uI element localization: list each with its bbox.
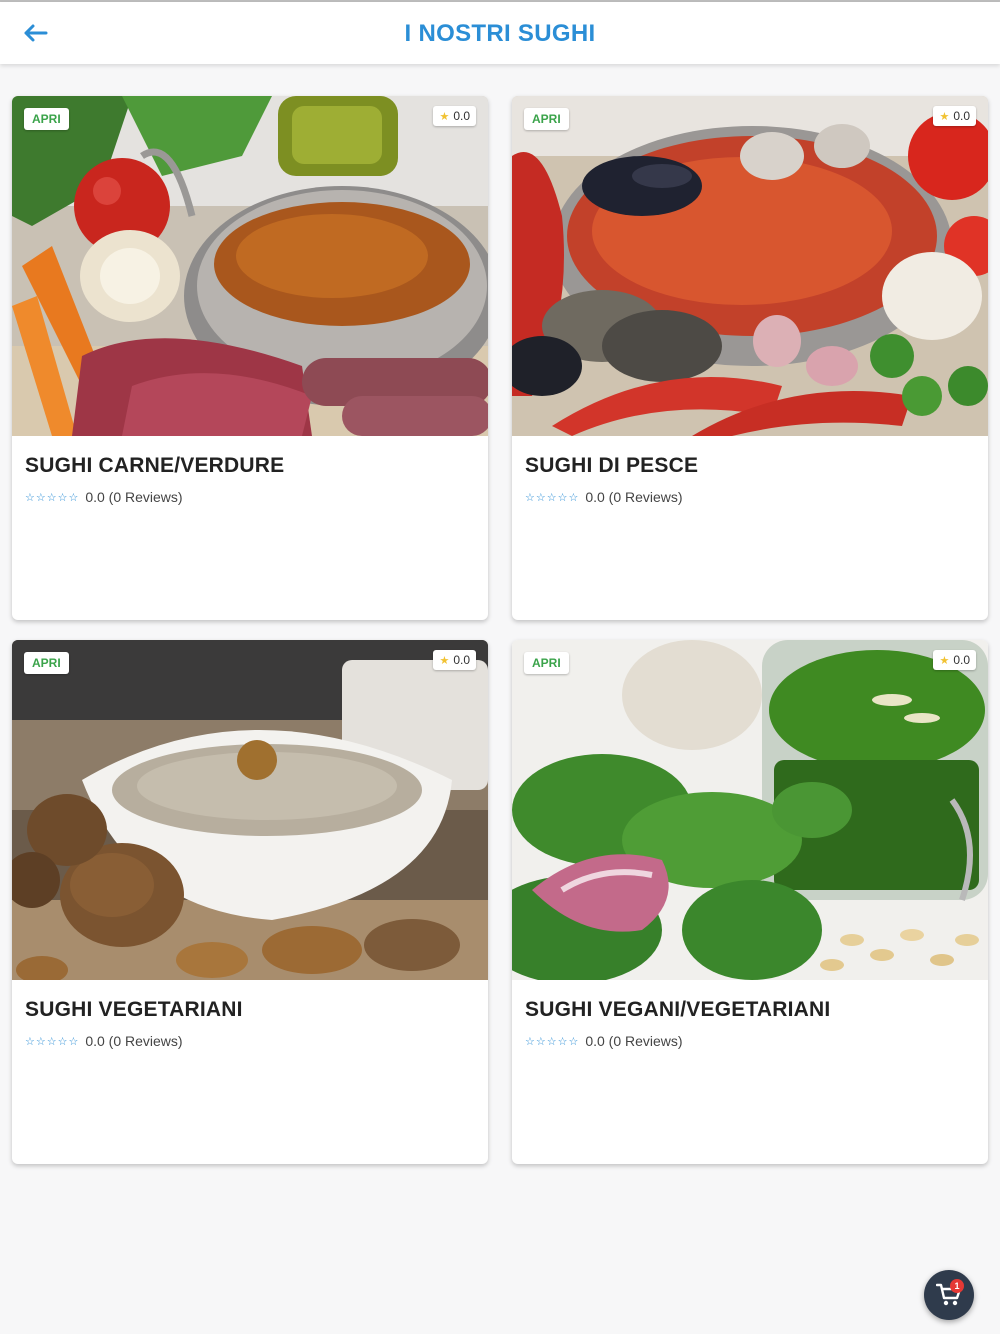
cart-count-badge: 1 <box>950 1279 964 1293</box>
rating-badge: ★ 0.0 <box>933 650 976 670</box>
rating-row: ☆☆☆☆☆ 0.0 (0 Reviews) <box>525 489 683 505</box>
category-image <box>12 96 488 436</box>
rating-badge-value: 0.0 <box>953 653 970 667</box>
category-image <box>512 640 988 980</box>
rating-row: ☆☆☆☆☆ 0.0 (0 Reviews) <box>25 1033 183 1049</box>
stars-icon: ☆☆☆☆☆ <box>25 491 80 504</box>
rating-badge-value: 0.0 <box>453 653 470 667</box>
rating-text: 0.0 (0 Reviews) <box>585 1033 683 1049</box>
rating-row: ☆☆☆☆☆ 0.0 (0 Reviews) <box>525 1033 683 1049</box>
rating-badge: ★ 0.0 <box>433 106 476 126</box>
star-icon: ★ <box>939 654 950 667</box>
stars-icon: ☆☆☆☆☆ <box>25 1035 80 1048</box>
category-card-vegetariani[interactable]: APRI ★ 0.0 SUGHI VEGETARIANI ☆☆☆☆☆ 0.0 (… <box>12 640 488 1164</box>
category-card-carne-verdure[interactable]: APRI ★ 0.0 SUGHI CARNE/VERDURE ☆☆☆☆☆ 0.0… <box>12 96 488 620</box>
category-title: SUGHI VEGETARIANI <box>25 998 243 1021</box>
category-card-pesce[interactable]: APRI ★ 0.0 SUGHI DI PESCE ☆☆☆☆☆ 0.0 (0 R… <box>512 96 988 620</box>
category-title: SUGHI CARNE/VERDURE <box>25 454 285 477</box>
rating-badge-value: 0.0 <box>453 109 470 123</box>
status-badge-open: APRI <box>24 652 69 674</box>
status-badge-open: APRI <box>524 652 569 674</box>
status-badge-open: APRI <box>524 108 569 130</box>
category-card-vegani-vegetariani[interactable]: APRI ★ 0.0 SUGHI VEGANI/VEGETARIANI ☆☆☆☆… <box>512 640 988 1164</box>
page-title: I NOSTRI SUGHI <box>404 20 596 47</box>
rating-text: 0.0 (0 Reviews) <box>85 1033 183 1049</box>
rating-text: 0.0 (0 Reviews) <box>85 489 183 505</box>
cart-button[interactable]: 1 <box>924 1270 974 1320</box>
stars-icon: ☆☆☆☆☆ <box>525 1035 580 1048</box>
rating-row: ☆☆☆☆☆ 0.0 (0 Reviews) <box>25 489 183 505</box>
category-title: SUGHI VEGANI/VEGETARIANI <box>525 998 831 1021</box>
star-icon: ★ <box>439 110 450 123</box>
category-image <box>512 96 988 436</box>
status-badge-open: APRI <box>24 108 69 130</box>
rating-text: 0.0 (0 Reviews) <box>585 489 683 505</box>
rating-badge: ★ 0.0 <box>933 106 976 126</box>
stars-icon: ☆☆☆☆☆ <box>525 491 580 504</box>
category-title: SUGHI DI PESCE <box>525 454 699 477</box>
app-bar: I NOSTRI SUGHI <box>0 2 1000 64</box>
rating-badge: ★ 0.0 <box>433 650 476 670</box>
star-icon: ★ <box>439 654 450 667</box>
rating-badge-value: 0.0 <box>953 109 970 123</box>
star-icon: ★ <box>939 110 950 123</box>
category-image <box>12 640 488 980</box>
